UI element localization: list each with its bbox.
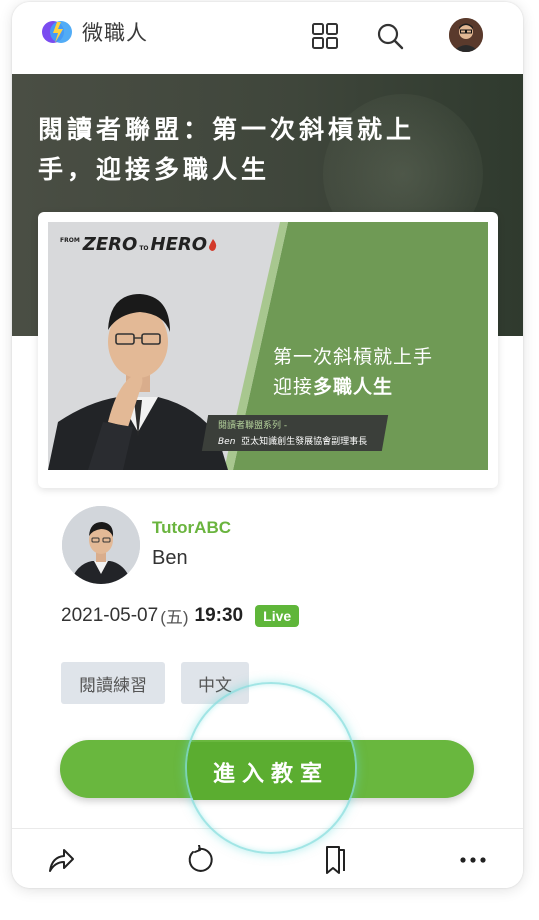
instructor-name: Ben	[152, 547, 188, 569]
banner-speaker-title: 亞太知識創生發展協會副理事長	[241, 437, 368, 447]
course-banner-card[interactable]: FROM ZERO TO HERO 第一次斜槓就上手 迎接多職人生 閱讀者聯盟系…	[38, 212, 498, 488]
enter-classroom-label[interactable]: 進入教室	[185, 756, 357, 788]
avatar[interactable]	[449, 18, 483, 52]
logo-from-text: FROM	[60, 237, 80, 244]
course-weekday: (五)	[160, 608, 189, 627]
banner-logo: FROM ZERO TO HERO	[60, 236, 218, 254]
app-name: 微職人	[82, 21, 148, 45]
brand[interactable]: 微職人	[40, 16, 148, 48]
course-banner: FROM ZERO TO HERO 第一次斜槓就上手 迎接多職人生 閱讀者聯盟系…	[48, 222, 488, 470]
instructor-avatar[interactable]	[62, 506, 140, 584]
logo-hero-text: HERO	[150, 234, 208, 255]
top-bar: 微職人	[12, 2, 523, 74]
phone-frame: 微職人 閱讀者聯盟：第一次斜槓就上 手，迎接多職人生 FROM ZERO TO …	[12, 2, 523, 888]
banner-headline-1: 第一次斜槓就上手	[273, 346, 434, 368]
logo-zero-text: ZERO	[82, 234, 138, 255]
instructor-photo	[62, 506, 140, 584]
banner-headline-2-bold: 多職人生	[313, 376, 394, 398]
banner-headline-2-prefix: 迎接	[273, 376, 314, 398]
banner-series: 閱讀者聯盟系列 -	[218, 421, 288, 431]
search-icon[interactable]	[376, 22, 404, 50]
course-date: 2021-05-07	[61, 604, 159, 626]
flame-icon	[209, 239, 217, 251]
banner-headline-2: 迎接多職人生	[273, 372, 393, 399]
title-line-2: 手，迎接多職人生	[38, 155, 271, 184]
banner-speaker-name: Ben	[218, 437, 236, 447]
avatar-image	[449, 18, 483, 52]
instructor-org[interactable]: TutorABC	[152, 518, 231, 538]
logo-icon	[42, 21, 72, 43]
more-icon[interactable]	[458, 845, 488, 875]
refresh-icon[interactable]	[184, 845, 214, 875]
live-badge: Live	[255, 604, 300, 627]
title-line-1: 閱讀者聯盟：第一次斜槓就上	[38, 115, 416, 144]
banner-speaker: Ben 亞太知識創生發展協會副理事長	[218, 434, 367, 447]
grid-icon[interactable]	[311, 22, 339, 50]
tag-reading[interactable]: 閱讀練習	[61, 662, 165, 704]
schedule: 2021-05-07 (五) 19:30 Live	[61, 603, 300, 628]
course-time: 19:30	[194, 604, 244, 626]
bookmark-icon[interactable]	[320, 845, 350, 875]
page-title: 閱讀者聯盟：第一次斜槓就上 手，迎接多職人生	[38, 110, 478, 190]
share-icon[interactable]	[46, 845, 76, 875]
logo-to-text: TO	[139, 245, 149, 252]
